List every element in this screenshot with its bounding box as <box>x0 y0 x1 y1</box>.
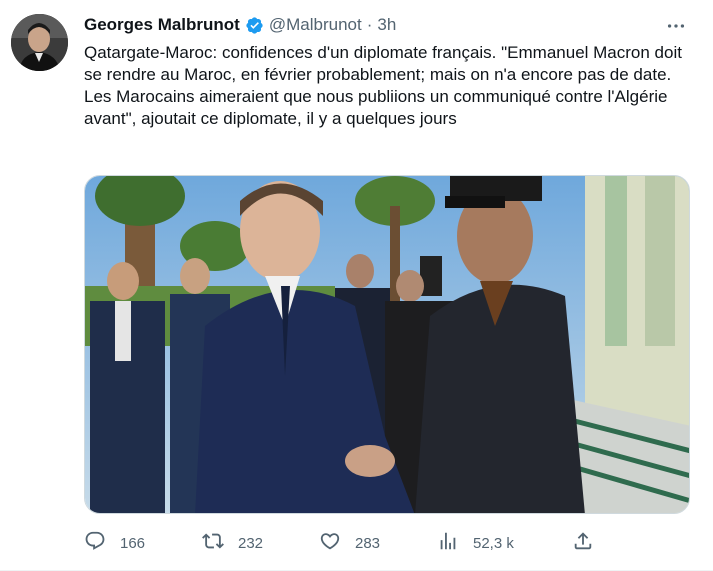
views-count: 52,3 k <box>473 534 514 552</box>
heart-icon <box>319 530 341 556</box>
photo-illustration <box>85 176 689 513</box>
share-icon <box>572 530 594 556</box>
retweet-count: 232 <box>238 534 264 552</box>
like-count: 283 <box>355 534 381 552</box>
views-button[interactable]: 52,3 k <box>437 530 514 556</box>
reply-icon <box>84 530 106 556</box>
retweet-icon <box>202 530 224 556</box>
share-button[interactable] <box>572 530 594 556</box>
timestamp[interactable]: 3h <box>377 15 396 35</box>
separator-dot: · <box>366 15 373 34</box>
author-name[interactable]: Georges Malbrunot <box>84 15 240 35</box>
reply-count: 166 <box>120 534 146 552</box>
tweet-header: Georges Malbrunot @Malbrunot · 3h <box>84 14 396 36</box>
views-icon <box>437 530 459 556</box>
tweet-photo[interactable] <box>84 175 690 514</box>
avatar-portrait <box>11 14 68 71</box>
retweet-button[interactable]: 232 <box>202 530 263 556</box>
tweet-card[interactable]: Georges Malbrunot @Malbrunot · 3h Qatarg… <box>0 0 713 571</box>
verified-badge-icon <box>245 16 264 35</box>
author-handle[interactable]: @Malbrunot <box>269 15 362 35</box>
more-dots-icon[interactable] <box>665 16 687 36</box>
action-bar: 166 232 283 52,3 k <box>84 530 604 556</box>
avatar[interactable] <box>11 14 68 71</box>
like-button[interactable]: 283 <box>319 530 380 556</box>
reply-button[interactable]: 166 <box>84 530 145 556</box>
tweet-text: Qatargate-Maroc: confidences d'un diplom… <box>84 43 687 128</box>
